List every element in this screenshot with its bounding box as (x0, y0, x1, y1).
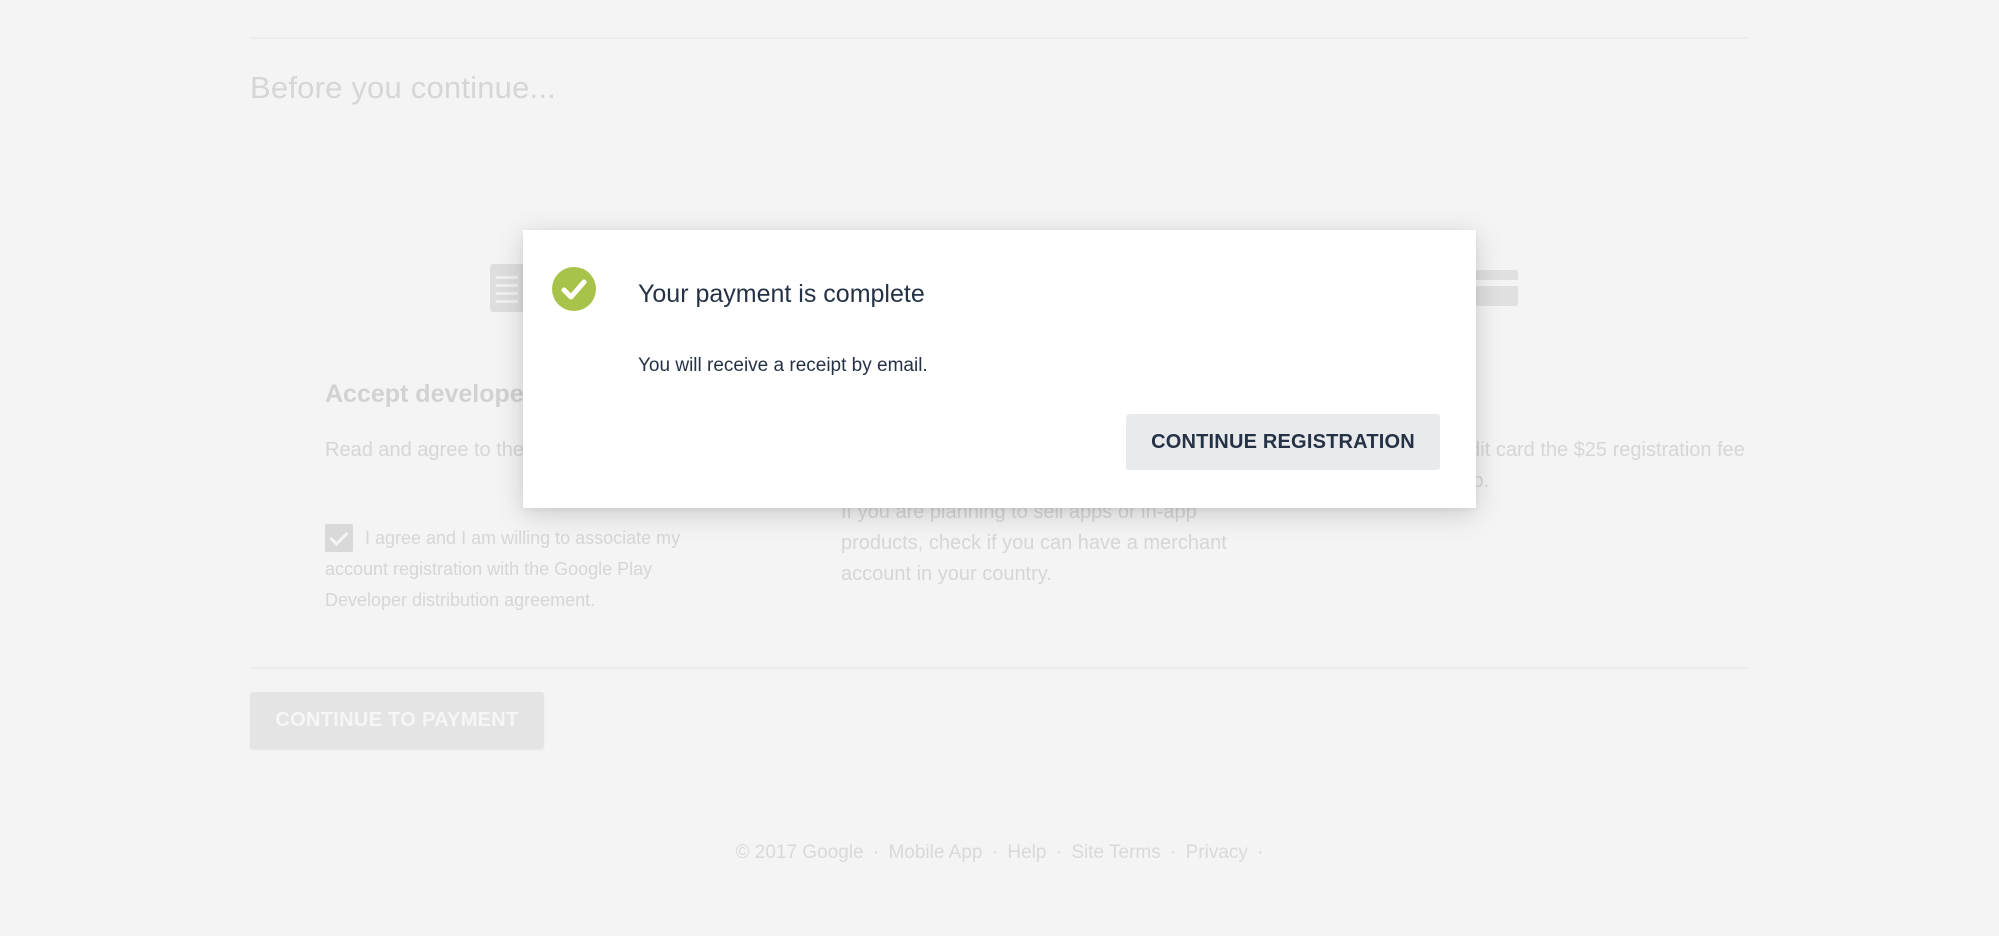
continue-to-payment-button[interactable]: CONTINUE TO PAYMENT (250, 692, 544, 749)
bottom-divider (250, 667, 1747, 669)
registration-page: Before you continue... Accept developer … (0, 0, 1999, 936)
footer-link-help[interactable]: Help (1007, 842, 1046, 863)
footer-separator: · (1055, 842, 1063, 863)
step-heading-accept: Accept developer (325, 380, 534, 408)
footer-separator: · (1170, 842, 1177, 863)
dialog-message: You will receive a receipt by email. (638, 355, 928, 376)
step-text-merchant: If you are planning to sell apps or in-a… (841, 501, 1227, 585)
footer-separator: · (991, 842, 999, 863)
footer-copyright: © 2017 Google (735, 842, 864, 863)
check-circle-icon (552, 267, 596, 311)
footer-separator: · (872, 842, 880, 863)
continue-registration-button[interactable]: CONTINUE REGISTRATION (1126, 414, 1440, 470)
payment-complete-dialog: Your payment is complete You will receiv… (523, 230, 1476, 508)
footer-separator: · (1257, 842, 1264, 863)
page-title: Before you continue... (250, 70, 556, 105)
dialog-title: Your payment is complete (638, 280, 925, 308)
top-divider (250, 37, 1747, 39)
footer-link-site-terms[interactable]: Site Terms (1071, 842, 1160, 863)
agreement-checkbox-label: I agree and I am willing to associate my… (325, 528, 681, 610)
footer-link-mobile-app[interactable]: Mobile App (888, 842, 982, 863)
footer-link-privacy[interactable]: Privacy (1186, 842, 1248, 863)
footer: © 2017 Google · Mobile App · Help · Site… (0, 842, 1999, 864)
